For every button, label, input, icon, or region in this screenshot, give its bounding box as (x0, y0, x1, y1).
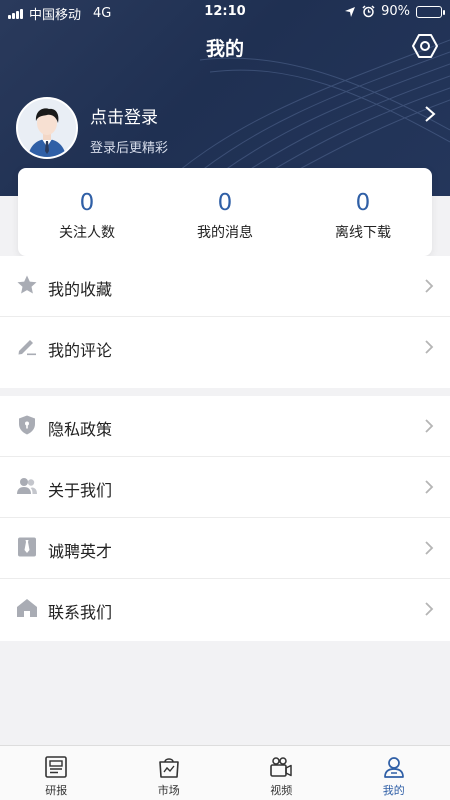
stat-value: 0 (217, 190, 233, 216)
stat-messages[interactable]: 0 我的消息 (156, 168, 294, 256)
tab-reports[interactable]: 研报 (0, 746, 113, 800)
stat-value: 0 (355, 190, 371, 216)
tab-mine[interactable]: 我的 (338, 746, 450, 800)
menu-item-contact[interactable]: 联系我们 (0, 579, 450, 640)
stat-following[interactable]: 0 关注人数 (18, 168, 156, 256)
stat-label: 我的消息 (197, 225, 253, 241)
stat-label: 关注人数 (59, 225, 115, 241)
profile-header: 中国移动 4G 12:10 90% 我的 点击登录 登录后更精彩 (0, 0, 450, 196)
stat-value: 0 (79, 190, 95, 216)
alarm-icon (362, 5, 375, 18)
menu-item-label: 我的评论 (48, 341, 113, 360)
login-prompt[interactable]: 点击登录 (90, 103, 158, 128)
tie-icon (18, 537, 36, 557)
menu-item-about[interactable]: 关于我们 (0, 457, 450, 518)
video-camera-icon (270, 757, 292, 777)
chevron-right-icon (425, 541, 434, 555)
menu-item-label: 隐私政策 (48, 420, 113, 439)
page-title: 我的 (205, 38, 244, 60)
avatar[interactable] (16, 97, 78, 159)
chevron-right-icon[interactable] (424, 105, 436, 123)
chevron-right-icon (425, 279, 434, 293)
menu-item-label: 我的收藏 (48, 280, 113, 299)
stat-offline-downloads[interactable]: 0 离线下载 (294, 168, 432, 256)
chevron-right-icon (425, 419, 434, 433)
settings-gear-icon[interactable] (412, 32, 438, 60)
home-icon (17, 599, 37, 617)
stat-label: 离线下载 (335, 225, 391, 241)
tab-label: 研报 (45, 784, 68, 797)
person-icon (383, 757, 404, 778)
stats-card: 0 关注人数 0 我的消息 0 离线下载 (18, 168, 432, 256)
battery-percent: 90% (381, 4, 410, 19)
tab-market[interactable]: 市场 (113, 746, 226, 800)
login-subtitle: 登录后更精彩 (90, 141, 169, 156)
menu-item-label: 联系我们 (48, 603, 113, 622)
chevron-right-icon (425, 602, 434, 616)
users-icon (17, 478, 37, 494)
star-icon (17, 275, 37, 294)
chevron-right-icon (425, 480, 434, 494)
market-bag-icon (158, 758, 179, 778)
tab-label: 我的 (382, 784, 405, 797)
menu-item-privacy[interactable]: 隐私政策 (0, 396, 450, 457)
menu-item-favorites[interactable]: 我的收藏 (0, 256, 450, 317)
bottom-tab-bar: 研报 市场 视频 我的 (0, 745, 450, 800)
menu-item-comments[interactable]: 我的评论 (0, 317, 450, 378)
default-avatar-icon (18, 99, 76, 157)
tab-video[interactable]: 视频 (225, 746, 338, 800)
edit-icon (18, 340, 36, 356)
menu-item-label: 关于我们 (48, 481, 113, 500)
menu-item-careers[interactable]: 诚聘英才 (0, 518, 450, 579)
location-arrow-icon (345, 6, 356, 17)
shield-icon (19, 415, 35, 435)
battery-icon (416, 5, 445, 18)
tab-label: 视频 (270, 784, 293, 797)
report-icon (45, 756, 68, 778)
login-area[interactable]: 点击登录 登录后更精彩 (16, 97, 436, 161)
tab-label: 市场 (157, 784, 180, 797)
menu-group-info: 隐私政策 关于我们 诚聘英才 联系我们 (0, 396, 450, 641)
status-bar: 中国移动 4G 12:10 90% (0, 0, 450, 24)
chevron-right-icon (425, 340, 434, 354)
menu-group-personal: 我的收藏 我的评论 (0, 256, 450, 388)
menu-item-label: 诚聘英才 (48, 542, 113, 561)
